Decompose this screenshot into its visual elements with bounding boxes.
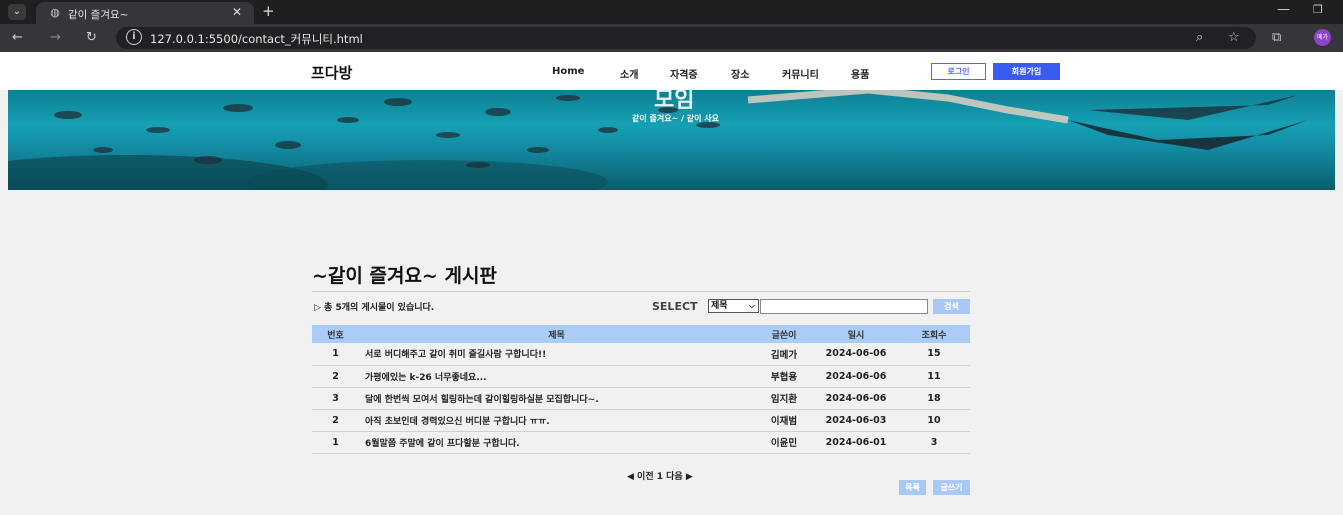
post-count: ▷ 총 5개의 게시물이 있습니다. (314, 303, 435, 313)
table-row[interactable]: 1 서로 버디해주고 같이 취미 즐길사람 구합니다!! 김메가 2024-06… (312, 343, 970, 366)
row-subject-link[interactable]: 아직 초보인데 경력있으신 버디분 구합니다 ㅠㅠ. (359, 409, 754, 432)
row-writer: 이재범 (754, 409, 814, 432)
row-no: 2 (312, 409, 359, 432)
row-views: 15 (898, 343, 970, 366)
nav-about[interactable]: 소개 (620, 66, 638, 81)
row-views: 18 (898, 387, 970, 410)
table-row[interactable]: 2 아직 초보인데 경력있으신 버디분 구합니다 ㅠㅠ. 이재범 2024-06… (312, 409, 970, 432)
row-writer: 부협용 (754, 365, 814, 388)
row-writer: 임지환 (754, 387, 814, 410)
browser-tab-strip: ⌄ ◍ 같이 즐겨요~ ✕ + — ❐ (0, 0, 1343, 24)
board-title: ~같이 즐겨요~ 게시판 (312, 265, 497, 287)
search-button[interactable]: 검색 (933, 299, 970, 314)
row-views: 11 (898, 365, 970, 388)
breadcrumb: 같이 즐겨요~ / 같이 사요 (632, 114, 720, 123)
row-writer: 이윤민 (754, 431, 814, 454)
col-header-views: 조회수 (898, 325, 970, 343)
reload-icon[interactable]: ↻ (86, 30, 97, 46)
forward-arrow-icon[interactable]: → (50, 30, 61, 46)
row-subject-link[interactable]: 가평에있는 k-26 너무좋네요... (359, 365, 754, 388)
select-value: 제목 (711, 301, 728, 311)
nav-home[interactable]: Home (552, 66, 584, 77)
row-date: 2024-06-06 (814, 343, 898, 366)
chevron-down-icon: ⌵ (748, 301, 755, 310)
nav-places[interactable]: 장소 (731, 66, 749, 81)
select-label: SELECT (652, 300, 698, 313)
zoom-icon[interactable]: ⌕ (1196, 30, 1203, 45)
close-icon[interactable]: ✕ (232, 5, 242, 19)
minimize-button[interactable]: — (1277, 2, 1290, 17)
globe-icon: ◍ (50, 6, 60, 19)
write-button[interactable]: 글쓰기 (933, 480, 970, 495)
extensions-icon[interactable]: ⧉ (1272, 30, 1281, 45)
site-header: 프다방 Home 소개 자격증 장소 커뮤니티 용품 로그인 회원가입 (0, 52, 1343, 90)
board-table: 번호 제목 글쓴이 일시 조회수 1 서로 버디해주고 같이 취미 즐길사람 구… (312, 325, 970, 454)
row-views: 3 (898, 431, 970, 454)
table-row[interactable]: 2 가평에있는 k-26 너무좋네요... 부협용 2024-06-06 11 (312, 365, 970, 388)
nav-community[interactable]: 커뮤니티 (782, 66, 819, 81)
col-header-subject: 제목 (359, 325, 754, 343)
search-input[interactable] (760, 299, 928, 314)
bookmark-star-icon[interactable]: ☆ (1228, 30, 1240, 45)
search-field-select[interactable]: 제목 ⌵ (708, 299, 759, 313)
row-no: 3 (312, 387, 359, 410)
table-row[interactable]: 3 달에 한번씩 모여서 힐링하는데 같이힐링하실분 모집합니다~. 임지환 2… (312, 387, 970, 410)
row-no: 2 (312, 365, 359, 388)
row-date: 2024-06-06 (814, 387, 898, 410)
row-date: 2024-06-03 (814, 409, 898, 432)
tab-search-button[interactable]: ⌄ (8, 4, 26, 20)
tab-title: 같이 즐겨요~ (68, 9, 129, 21)
row-subject-link[interactable]: 서로 버디해주고 같이 취미 즐길사람 구합니다!! (359, 343, 754, 366)
list-button[interactable]: 목록 (899, 480, 926, 495)
row-no: 1 (312, 343, 359, 366)
row-subject-link[interactable]: 달에 한번씩 모여서 힐링하는데 같이힐링하실분 모집합니다~. (359, 387, 754, 410)
nav-gear[interactable]: 용품 (851, 66, 869, 81)
row-date: 2024-06-06 (814, 365, 898, 388)
restore-button[interactable]: ❐ (1313, 3, 1323, 16)
join-button[interactable]: 회원가입 (993, 63, 1060, 80)
hero-title: 모임 (654, 90, 695, 113)
pagination[interactable]: ◀ 이전 1 다음 ▶ (627, 469, 693, 482)
table-header-row: 번호 제목 글쓴이 일시 조회수 (312, 325, 970, 343)
hero-banner: 모임 같이 즐겨요~ / 같이 사요 (8, 90, 1335, 190)
table-row[interactable]: 1 6월말쯤 주말에 같이 프다할분 구합니다. 이윤민 2024-06-01 … (312, 431, 970, 454)
row-views: 10 (898, 409, 970, 432)
address-bar: ← → ↻ i 127.0.0.1:5500/contact_커뮤니티.html… (0, 24, 1343, 52)
url-text[interactable]: 127.0.0.1:5500/contact_커뮤니티.html (150, 31, 363, 47)
col-header-date: 일시 (814, 325, 898, 343)
profile-avatar[interactable]: 메가 (1314, 29, 1331, 46)
col-header-no: 번호 (312, 325, 359, 343)
row-subject-link[interactable]: 6월말쯤 주말에 같이 프다할분 구합니다. (359, 431, 754, 454)
site-logo[interactable]: 프다방 (311, 62, 352, 83)
divider (312, 291, 970, 292)
login-button[interactable]: 로그인 (931, 63, 986, 80)
new-tab-button[interactable]: + (262, 2, 275, 20)
col-header-writer: 글쓴이 (754, 325, 814, 343)
browser-tab[interactable]: ◍ 같이 즐겨요~ ✕ (36, 2, 254, 24)
site-info-icon[interactable]: i (126, 29, 142, 45)
row-writer: 김메가 (754, 343, 814, 366)
row-date: 2024-06-01 (814, 431, 898, 454)
back-arrow-icon[interactable]: ← (12, 30, 23, 46)
nav-license[interactable]: 자격증 (670, 66, 698, 81)
row-no: 1 (312, 431, 359, 454)
